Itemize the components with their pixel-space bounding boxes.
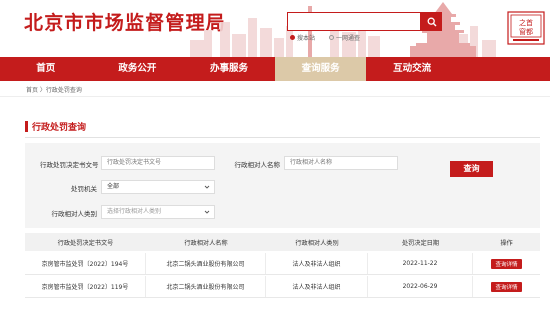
chevron-down-icon <box>204 210 210 214</box>
cell-action: 查询详情 <box>473 276 540 297</box>
col-header-date: 处罚决定日期 <box>401 239 440 247</box>
search-icon <box>427 17 436 26</box>
nav-more[interactable] <box>458 57 550 81</box>
query-button[interactable]: 查询 <box>450 161 493 177</box>
view-detail-button[interactable]: 查询详情 <box>491 281 522 292</box>
main-nav: 首页 政务公开 办事服务 查询服务 互动交流 <box>0 57 550 81</box>
cell-date: 2022-06-29 <box>368 276 473 297</box>
doc-no-label: 行政处罚决定书文号 <box>40 161 99 169</box>
radio-selected-icon <box>290 35 295 40</box>
search-scope-site[interactable]: 搜本站 <box>290 33 315 42</box>
cell-doc-no: 京房管市监处罚〔2022〕194号 <box>25 253 146 274</box>
cell-party-type: 法人及非法人组织 <box>266 276 368 297</box>
section-accent-bar <box>25 120 28 132</box>
header: 北京市市场监督管理局 搜本站 一网通查 之首 窗都 <box>0 0 550 57</box>
cell-date: 2022-11-22 <box>368 253 473 274</box>
authority-select-value: 全部 <box>107 183 120 190</box>
cell-party-name: 北京二锅头酒业股份有限公司 <box>146 276 266 297</box>
cell-party-name: 北京二锅头酒业股份有限公司 <box>146 253 266 274</box>
col-header-party-name: 行政相对人名称 <box>184 239 228 247</box>
table-row: 京房管市监处罚〔2022〕194号 北京二锅头酒业股份有限公司 法人及非法人组织… <box>25 253 540 275</box>
chevron-down-icon <box>204 185 210 189</box>
results-table-header: 行政处罚决定书文号 行政相对人名称 行政相对人类别 处罚决定日期 操作 <box>25 233 540 251</box>
nav-query-services[interactable]: 查询服务 <box>274 57 367 81</box>
svg-text:窗都: 窗都 <box>519 27 533 36</box>
table-row: 京房管市监处罚〔2022〕119号 北京二锅头酒业股份有限公司 法人及非法人组织… <box>25 276 540 298</box>
cell-doc-no: 京房管市监处罚〔2022〕119号 <box>25 276 146 297</box>
party-name-label: 行政相对人名称 <box>234 161 281 169</box>
col-header-party-type: 行政相对人类别 <box>295 239 339 247</box>
radio-unselected-icon <box>328 35 334 40</box>
search-input[interactable] <box>287 12 421 31</box>
nav-services[interactable]: 办事服务 <box>183 57 275 81</box>
party-type-select[interactable]: 选择行政相对人类别 <box>101 205 215 219</box>
section-divider <box>25 137 540 138</box>
search-button[interactable] <box>421 12 442 31</box>
nav-home[interactable]: 首页 <box>0 57 92 81</box>
party-type-label: 行政相对人类别 <box>51 210 98 218</box>
section-header: 行政处罚查询 <box>25 120 87 133</box>
page: 北京市市场监督管理局 搜本站 一网通查 之首 窗都 首页 政务公开 办事服务 查… <box>0 0 550 313</box>
capital-window-logo: 之首 窗都 <box>507 11 545 45</box>
authority-select[interactable]: 全部 <box>101 180 215 194</box>
doc-no-input[interactable] <box>101 156 215 170</box>
cell-party-type: 法人及非法人组织 <box>266 253 368 274</box>
nav-gov-affairs[interactable]: 政务公开 <box>92 57 184 81</box>
nav-interaction[interactable]: 互动交流 <box>366 57 458 81</box>
breadcrumb-divider <box>0 96 550 97</box>
section-title: 行政处罚查询 <box>32 122 87 133</box>
search-scope-options: 搜本站 一网通查 <box>290 33 372 42</box>
authority-label: 处罚机关 <box>71 185 97 193</box>
col-header-doc-no: 行政处罚决定书文号 <box>57 239 114 247</box>
search-scope-all[interactable]: 一网通查 <box>328 33 360 42</box>
party-type-select-value: 选择行政相对人类别 <box>107 208 162 215</box>
search-bar <box>287 12 442 31</box>
party-name-input[interactable] <box>284 156 398 170</box>
breadcrumb: 首页 〉行政处罚查询 <box>26 87 82 94</box>
svg-text:之首: 之首 <box>519 18 533 27</box>
cell-action: 查询详情 <box>473 253 540 274</box>
col-header-action: 操作 <box>500 239 513 247</box>
view-detail-button[interactable]: 查询详情 <box>491 258 522 269</box>
